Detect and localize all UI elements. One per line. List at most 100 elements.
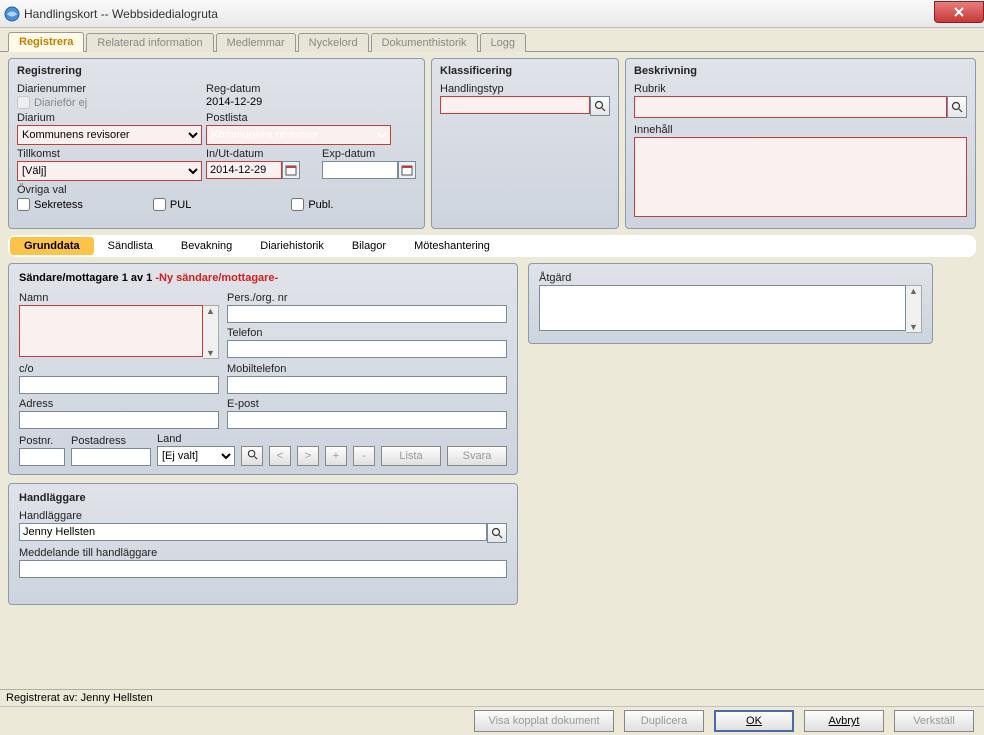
next-button[interactable]: > xyxy=(297,446,319,466)
avbryt-button[interactable]: Avbryt xyxy=(804,710,884,732)
chevron-down-icon[interactable]: ▼ xyxy=(906,322,921,332)
textarea-innehall[interactable] xyxy=(634,137,967,217)
label-inut-datum: In/Ut-datum xyxy=(206,148,300,160)
close-button[interactable] xyxy=(934,1,984,23)
select-postlista[interactable]: Kommunens revisorer xyxy=(206,125,391,145)
datepicker-inut-button[interactable] xyxy=(282,161,300,179)
visa-kopplat-button[interactable]: Visa kopplat dokument xyxy=(474,710,614,732)
textarea-atgard[interactable] xyxy=(539,285,906,331)
select-diarium[interactable]: Kommunens revisorer xyxy=(17,125,202,145)
registered-by-text: Registrerat av: Jenny Hellsten xyxy=(0,690,984,707)
input-telefon[interactable] xyxy=(227,340,507,358)
label-exp-datum: Exp-datum xyxy=(322,148,416,160)
textarea-namn[interactable] xyxy=(19,305,203,357)
subtab-diariehistorik[interactable]: Diariehistorik xyxy=(246,237,338,255)
search-rubrik-button[interactable] xyxy=(947,96,967,118)
checkbox-publ[interactable] xyxy=(291,198,304,211)
titlebar: Handlingskort -- Webbsidedialogruta xyxy=(0,0,984,28)
datepicker-exp-button[interactable] xyxy=(398,161,416,179)
panel-atgard: Åtgärd ▲▼ xyxy=(528,263,933,344)
select-land[interactable]: [Ej valt] xyxy=(157,446,235,466)
label-postlista: Postlista xyxy=(206,112,416,124)
label-diarium: Diarium xyxy=(17,112,202,124)
search-icon xyxy=(951,101,963,113)
label-atgard: Åtgärd xyxy=(539,272,922,284)
subtab-bilagor[interactable]: Bilagor xyxy=(338,237,400,255)
panel-registrering: Registrering Diarienummer Diarieför ej R… xyxy=(8,58,425,229)
tab-nyckelord[interactable]: Nyckelord xyxy=(298,33,369,52)
duplicera-button[interactable]: Duplicera xyxy=(624,710,704,732)
verkstall-button[interactable]: Verkställ xyxy=(894,710,974,732)
input-adress[interactable] xyxy=(19,411,219,429)
remove-button[interactable]: - xyxy=(353,446,375,466)
content-area: Registrering Diarienummer Diarieför ej R… xyxy=(0,52,984,611)
subtab-sandlista[interactable]: Sändlista xyxy=(94,237,167,255)
chevron-up-icon[interactable]: ▲ xyxy=(203,306,218,316)
checkbox-sekretess[interactable] xyxy=(17,198,30,211)
prev-button[interactable]: < xyxy=(269,446,291,466)
label-rubrik: Rubrik xyxy=(634,83,967,95)
label-handlaggare: Handläggare xyxy=(19,510,507,522)
lista-button[interactable]: Lista xyxy=(381,446,441,466)
search-sandare-button[interactable] xyxy=(241,446,263,466)
label-innehall: Innehåll xyxy=(634,124,967,136)
ie-icon xyxy=(4,6,20,22)
chevron-down-icon[interactable]: ▼ xyxy=(203,348,218,358)
panel-title-klassificering: Klassificering xyxy=(440,65,610,77)
bottom-bar: Registrerat av: Jenny Hellsten Visa kopp… xyxy=(0,689,984,731)
atgard-scroll[interactable]: ▲▼ xyxy=(906,285,922,333)
panel-title-handlaggare: Handläggare xyxy=(19,492,507,504)
label-tillkomst: Tillkomst xyxy=(17,148,202,160)
add-button[interactable]: + xyxy=(325,446,347,466)
window-title: Handlingskort -- Webbsidedialogruta xyxy=(24,7,218,21)
input-rubrik[interactable] xyxy=(634,96,947,118)
label-co: c/o xyxy=(19,363,219,375)
label-namn: Namn xyxy=(19,292,219,304)
label-meddelande: Meddelande till handläggare xyxy=(19,547,507,559)
search-handlaggare-button[interactable] xyxy=(487,523,507,543)
label-postnr: Postnr. xyxy=(19,435,65,447)
sandare-title: Sändare/mottagare 1 av 1 -Ny sändare/mot… xyxy=(19,272,507,284)
subtab-moteshantering[interactable]: Möteshantering xyxy=(400,237,504,255)
label-telefon: Telefon xyxy=(227,327,507,339)
subtab-grunddata[interactable]: Grunddata xyxy=(10,237,94,255)
label-ovriga-val: Övriga val xyxy=(17,184,416,196)
search-icon xyxy=(247,449,258,460)
chevron-up-icon[interactable]: ▲ xyxy=(906,286,921,296)
input-handlaggare[interactable] xyxy=(19,523,487,541)
input-co[interactable] xyxy=(19,376,219,394)
search-handlingstyp-button[interactable] xyxy=(590,96,610,116)
input-epost[interactable] xyxy=(227,411,507,429)
input-handlingstyp[interactable] xyxy=(440,96,590,114)
tab-relaterad[interactable]: Relaterad information xyxy=(86,33,213,52)
label-epost: E-post xyxy=(227,398,507,410)
subtab-bevakning[interactable]: Bevakning xyxy=(167,237,246,255)
input-inut-datum[interactable] xyxy=(206,161,282,179)
label-adress: Adress xyxy=(19,398,219,410)
select-tillkomst[interactable]: [Välj] xyxy=(17,161,202,181)
label-land: Land xyxy=(157,433,235,445)
namn-scroll[interactable]: ▲▼ xyxy=(203,305,219,359)
tab-registrera[interactable]: Registrera xyxy=(8,32,84,52)
tab-dokumenthistorik[interactable]: Dokumenthistorik xyxy=(371,33,478,52)
sub-tab-strip: Grunddata Sändlista Bevakning Diariehist… xyxy=(8,235,976,257)
label-sekretess: Sekretess xyxy=(34,199,83,211)
tab-medlemmar[interactable]: Medlemmar xyxy=(216,33,296,52)
label-mobil: Mobiltelefon xyxy=(227,363,507,375)
checkbox-diariefor-ej xyxy=(17,96,30,109)
input-postnr[interactable] xyxy=(19,448,65,466)
input-postadress[interactable] xyxy=(71,448,151,466)
input-exp-datum[interactable] xyxy=(322,161,398,179)
panel-title-beskrivning: Beskrivning xyxy=(634,65,967,77)
tab-logg[interactable]: Logg xyxy=(480,33,526,52)
panel-klassificering: Klassificering Handlingstyp xyxy=(431,58,619,229)
checkbox-pul[interactable] xyxy=(153,198,166,211)
ok-button[interactable]: OK xyxy=(714,710,794,732)
input-meddelande[interactable] xyxy=(19,560,507,578)
input-mobil[interactable] xyxy=(227,376,507,394)
input-persorg[interactable] xyxy=(227,305,507,323)
panel-sandare-mottagare: Sändare/mottagare 1 av 1 -Ny sändare/mot… xyxy=(8,263,518,475)
label-persorg: Pers./org. nr xyxy=(227,292,507,304)
close-icon xyxy=(953,7,965,17)
svara-button[interactable]: Svara xyxy=(447,446,507,466)
